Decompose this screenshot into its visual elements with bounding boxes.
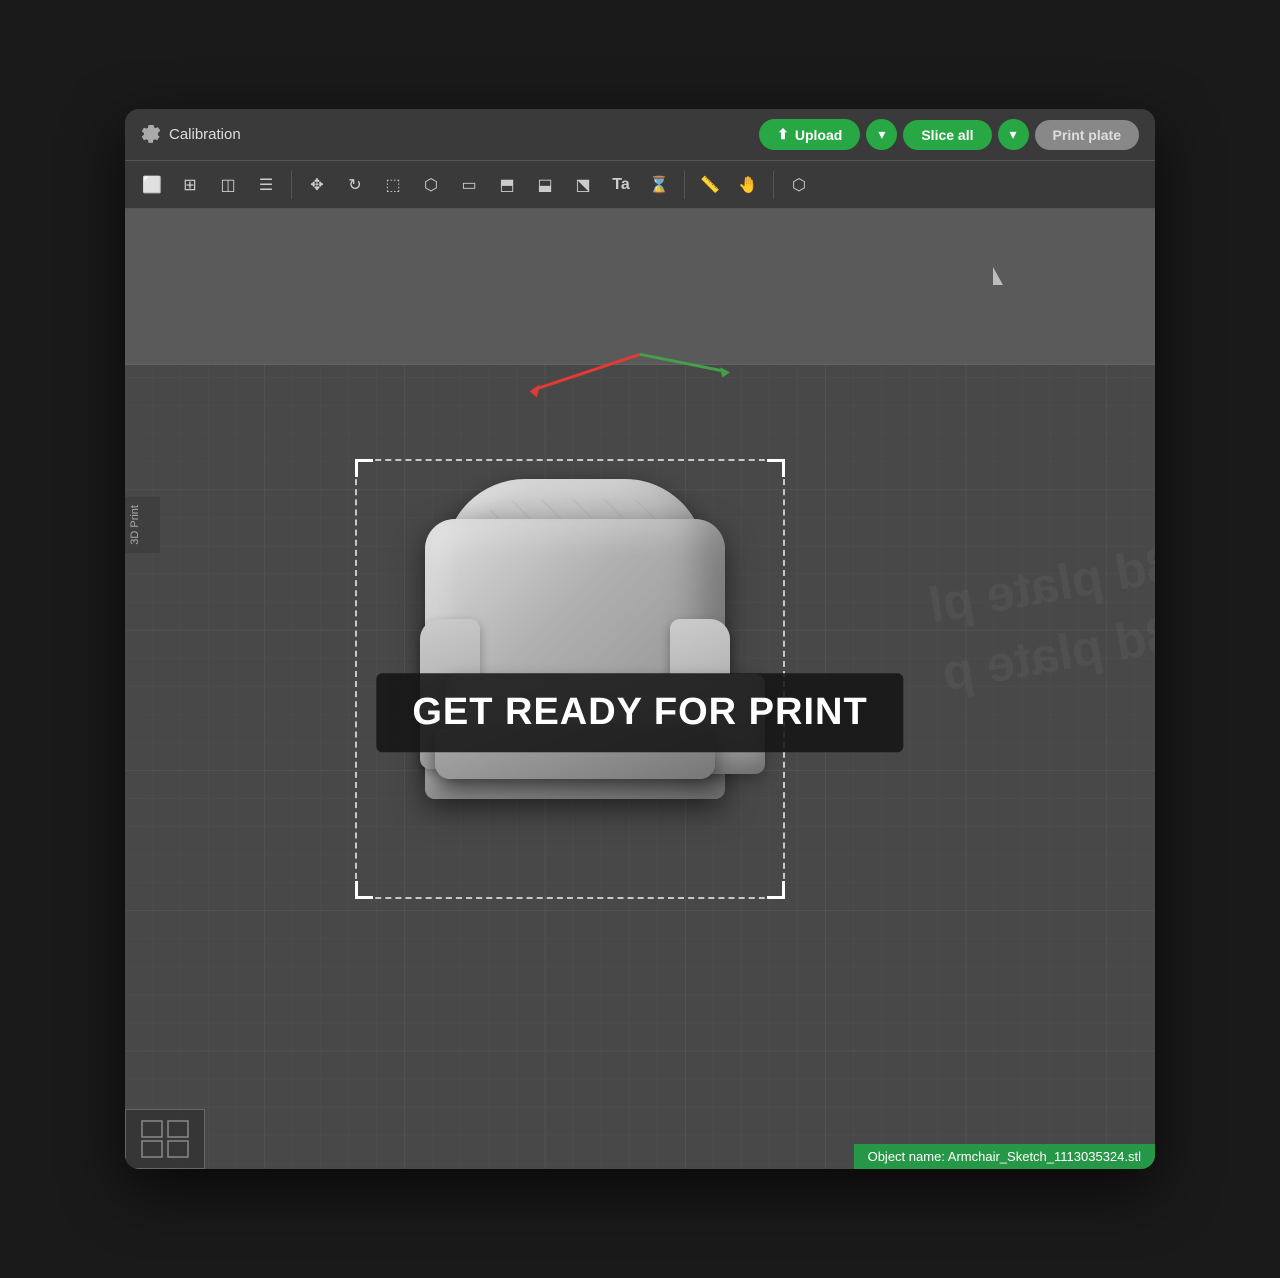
- toolbar-btn-watch[interactable]: ⌛: [642, 168, 676, 202]
- side-panel-label: 3D Print: [125, 497, 160, 553]
- toolbar-btn-box3[interactable]: ⬔: [566, 168, 600, 202]
- toolbar-btn-layout[interactable]: ◫: [211, 168, 245, 202]
- toolbar-btn-rotate[interactable]: ↻: [338, 168, 372, 202]
- window-title: Calibration: [169, 126, 241, 143]
- print-ready-banner: GET READY FOR PRINT: [376, 673, 903, 752]
- title-bar: Calibration ⬆ Upload ▾ Slice all ▾ Print…: [125, 109, 1155, 161]
- toolbar-btn-square[interactable]: ⬜: [135, 168, 169, 202]
- bottom-left-panel: [125, 1109, 205, 1169]
- upload-icon: ⬆: [777, 126, 789, 143]
- viewport-3d[interactable]: 3d plate pl 3d plate p 3D Print: [125, 209, 1155, 1169]
- gear-icon: [141, 125, 161, 145]
- slice-dropdown-button[interactable]: ▾: [998, 119, 1029, 150]
- app-window: Calibration ⬆ Upload ▾ Slice all ▾ Print…: [125, 109, 1155, 1169]
- upload-dropdown-button[interactable]: ▾: [866, 119, 897, 150]
- toolbar: ⬜ ⊞ ◫ ☰ ✥ ↻ ⬚ ⬡ ▭ ⬒ ⬓ ⬔ Ta ⌛ 📏 🤚 ⬡: [125, 161, 1155, 209]
- toolbar-separator-1: [291, 171, 292, 199]
- toolbar-btn-text[interactable]: Ta: [604, 168, 638, 202]
- toolbar-btn-box2[interactable]: ⬓: [528, 168, 562, 202]
- toolbar-btn-grid[interactable]: ⊞: [173, 168, 207, 202]
- title-actions: ⬆ Upload ▾ Slice all ▾ Print plate: [759, 119, 1139, 150]
- toolbar-btn-move[interactable]: ✥: [300, 168, 334, 202]
- toolbar-separator-2: [684, 171, 685, 199]
- toolbar-separator-3: [773, 171, 774, 199]
- toolbar-btn-hand[interactable]: 🤚: [731, 168, 765, 202]
- grid-icon-small: [140, 1119, 190, 1159]
- upload-button[interactable]: ⬆ Upload: [759, 119, 860, 150]
- title-left: Calibration: [141, 125, 759, 145]
- toolbar-btn-list[interactable]: ☰: [249, 168, 283, 202]
- toolbar-btn-box1[interactable]: ⬒: [490, 168, 524, 202]
- status-bar: Object name: Armchair_Sketch_1113035324.…: [854, 1144, 1155, 1169]
- toolbar-btn-hex[interactable]: ⬡: [782, 168, 816, 202]
- slice-all-button[interactable]: Slice all: [903, 120, 991, 150]
- toolbar-btn-rect[interactable]: ▭: [452, 168, 486, 202]
- toolbar-btn-ruler[interactable]: 📏: [693, 168, 727, 202]
- toolbar-btn-shape1[interactable]: ⬡: [414, 168, 448, 202]
- print-plate-button[interactable]: Print plate: [1035, 120, 1139, 150]
- toolbar-btn-select[interactable]: ⬚: [376, 168, 410, 202]
